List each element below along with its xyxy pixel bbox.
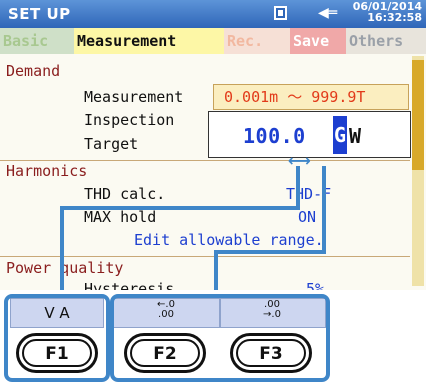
target-label[interactable]: Target [84,135,138,153]
scrollbar-thumb[interactable] [412,60,424,170]
callout-line [214,250,324,254]
left-right-arrow-icon: ⟷ [288,151,311,170]
tab-others[interactable]: Others [346,28,426,54]
callout-line [60,206,300,210]
max-hold-label: MAX hold [84,208,157,226]
tab-basic[interactable]: Basic [0,28,74,54]
target-unit: W [349,124,362,148]
tab-measurement[interactable]: Measurement [74,28,224,54]
max-hold-value[interactable]: ON [298,208,316,226]
callout-line [322,166,326,254]
page-title: SET UP [8,5,71,23]
section-demand: Demand [0,62,410,84]
f2-f3-callout-frame [110,294,330,382]
tab-save[interactable]: Save [290,28,346,54]
section-label: Harmonics [6,162,88,180]
callout-line [60,206,64,298]
ac-power-icon: ◀═ [318,5,338,21]
f1-callout-frame [4,294,110,382]
title-bar: SET UP ◀═ 06/01/2014 16:32:58 [0,0,426,28]
hint-text: Edit allowable range. [134,231,324,249]
section-label: Demand [6,62,61,80]
section-harmonics: Harmonics [0,160,410,183]
thd-calc-label: THD calc. [84,185,166,203]
inspection-label: Inspection [84,111,175,129]
tab-bar: Basic Measurement Rec. Save Others [0,28,426,54]
datetime: 06/01/2014 16:32:58 [346,1,422,23]
callout-line [296,166,300,210]
battery-icon [274,6,287,20]
section-label: Power quality [6,259,124,277]
hysteresis-value[interactable]: 5% [306,280,324,290]
hysteresis-label: Hysteresis [84,280,175,290]
measurement-label: Measurement [84,88,184,106]
tab-rec[interactable]: Rec. [224,28,290,54]
time-text: 16:32:58 [367,11,422,24]
target-value: 100.0 [243,124,306,148]
digit-cursor[interactable]: G [333,116,347,154]
range-display: 0.001m ～ 999.9T [213,84,409,110]
